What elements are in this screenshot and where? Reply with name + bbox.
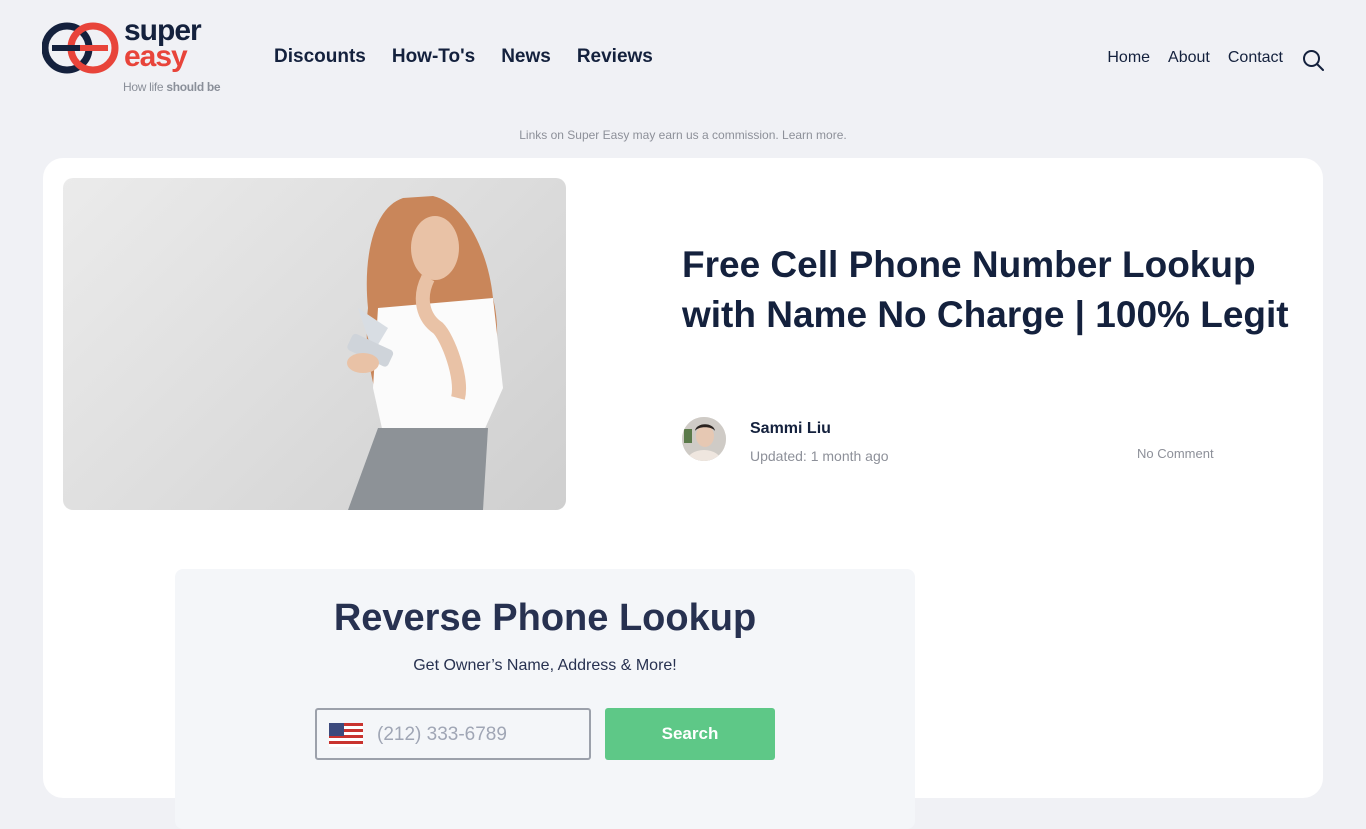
search-button[interactable]: Search (605, 708, 775, 760)
author-name[interactable]: Sammi Liu (750, 420, 831, 438)
logo-word-easy: easy (124, 40, 188, 73)
logo-tagline: How life should be (123, 80, 221, 94)
logo-mark-icon (42, 22, 119, 74)
tagline-prefix: How life (123, 80, 167, 94)
phone-number-input[interactable] (375, 710, 584, 760)
main-nav: Discounts How-To's News Reviews (274, 46, 653, 68)
comments-link[interactable]: No Comment (1137, 446, 1214, 461)
nav-home[interactable]: Home (1107, 49, 1150, 67)
site-logo[interactable]: super easy How life should be (42, 14, 242, 98)
reverse-phone-lookup-widget: Reverse Phone Lookup Get Owner’s Name, A… (175, 569, 915, 829)
lookup-title: Reverse Phone Lookup (333, 597, 757, 639)
tagline-bold: should be (166, 80, 221, 94)
article-card: Free Cell Phone Number Lookup with Name … (43, 158, 1323, 829)
phone-number-field[interactable] (315, 708, 591, 760)
author-avatar[interactable] (682, 417, 726, 461)
avatar-photo (682, 417, 726, 461)
nav-how-tos[interactable]: How-To's (392, 46, 475, 68)
lookup-subtitle: Get Owner’s Name, Address & More! (413, 657, 677, 674)
site-header: super easy How life should be Discounts … (0, 0, 1366, 110)
nav-news[interactable]: News (501, 46, 551, 68)
nav-discounts[interactable]: Discounts (274, 46, 366, 68)
us-flag-icon (329, 723, 363, 747)
nav-about[interactable]: About (1168, 49, 1210, 67)
affiliate-disclaimer[interactable]: Links on Super Easy may earn us a commis… (0, 128, 1366, 142)
article-title: Free Cell Phone Number Lookup with Name … (682, 244, 1289, 335)
updated-date: Updated: 1 month ago (750, 448, 889, 464)
hero-image (63, 178, 566, 510)
nav-reviews[interactable]: Reviews (577, 46, 653, 68)
utility-nav: Home About Contact (1107, 49, 1283, 67)
nav-contact[interactable]: Contact (1228, 49, 1283, 67)
hero-illustration (347, 196, 503, 510)
search-icon[interactable] (1302, 49, 1324, 71)
